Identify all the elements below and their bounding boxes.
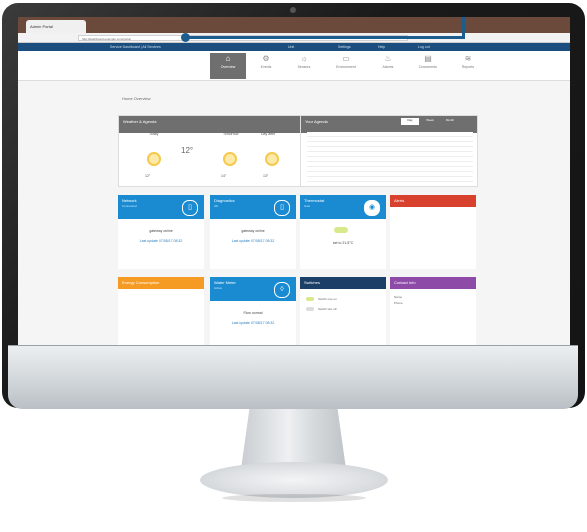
tile-energy[interactable]: Energy Consumption: [118, 277, 204, 289]
monitor-shadow: [222, 494, 366, 502]
gear-icon: ⚙: [262, 54, 270, 63]
bell-icon: ♨: [384, 54, 392, 63]
tile-network-body: gateway online Last update 07/08/17 08:3…: [118, 219, 204, 269]
phone-icon: ▯: [182, 200, 198, 216]
document-icon: ▤: [424, 54, 432, 63]
tile-alerts-body: [390, 207, 476, 269]
sun-icon: [265, 152, 279, 166]
tool-alarms[interactable]: ♨ Alarms: [370, 53, 406, 79]
callout-line: [186, 36, 465, 39]
tile-switches-body: Switch one on Switch two off: [300, 289, 386, 345]
screen: Admin Portal http://dashboard.example.co…: [18, 17, 570, 345]
tile-diagnostics[interactable]: Diagnostics OK ▯: [210, 195, 296, 219]
tab-title: Admin Portal: [30, 24, 53, 29]
weather-day-label: Tomorrow: [223, 132, 239, 136]
tile-contact-body: Name Phone: [390, 289, 476, 345]
weather-temp: 12°: [145, 174, 151, 178]
tool-documents[interactable]: ▤ Documents: [408, 53, 448, 79]
tool-environment[interactable]: ▭ Environment: [324, 53, 368, 79]
nav-link-help[interactable]: Help: [378, 45, 385, 49]
bulb-icon: ☼: [300, 54, 308, 63]
tool-reports[interactable]: ≋ Reports: [450, 53, 486, 79]
water-drop-icon: ◊: [274, 282, 290, 298]
weather-temp: 14°: [221, 174, 227, 178]
tile-water[interactable]: Water Meter Active ◊: [210, 277, 296, 301]
nav-link-unit[interactable]: Unit: [288, 45, 294, 49]
phone-icon: ▯: [274, 200, 290, 216]
tile-energy-body: [118, 289, 204, 345]
weather-panel: Weather & Agenda Today 12° 12° Tomorrow …: [118, 115, 310, 187]
browser-tab[interactable]: Admin Portal: [26, 20, 86, 33]
nav-link-settings[interactable]: Settings: [338, 45, 351, 49]
current-temp: 12°: [181, 146, 194, 155]
agenda-rows: [307, 132, 473, 182]
weather-panel-title: Weather & Agenda: [119, 116, 309, 133]
callout-dot: [181, 33, 190, 42]
sun-icon: [223, 152, 237, 166]
chart-icon: ≋: [464, 54, 472, 63]
tile-water-body: Flow normal Last update 07/08/17 08:32: [210, 301, 296, 345]
tool-sensors[interactable]: ☼ Sensors: [286, 53, 322, 79]
webcam-icon: [290, 7, 296, 13]
browser-tab-bar: [18, 17, 570, 33]
monitor-chin: [8, 345, 578, 409]
tab-week[interactable]: Week: [421, 118, 439, 125]
tool-events[interactable]: ⚙ Events: [248, 53, 284, 79]
monitor-stand-neck: [241, 409, 346, 469]
tool-overview[interactable]: ⌂ Overview: [210, 53, 246, 79]
tile-alerts[interactable]: Alerts: [390, 195, 476, 207]
tile-thermostat-body: set to 21.5°C: [300, 219, 386, 269]
tile-contact[interactable]: Contact Info: [390, 277, 476, 289]
monitor-stand-base: [200, 462, 388, 498]
weather-day-label: Day after: [261, 132, 276, 136]
weather-temp: 13°: [263, 174, 269, 178]
tile-network[interactable]: Network Connected ▯: [118, 195, 204, 219]
toggle-switch[interactable]: [306, 307, 314, 311]
tab-day[interactable]: Day: [401, 118, 419, 125]
agenda-panel: Your Agenda Day Week Month: [300, 115, 478, 187]
thermostat-icon: ◉: [364, 200, 380, 216]
toggle-switch[interactable]: [334, 227, 348, 233]
toggle-switch[interactable]: [306, 297, 314, 301]
weather-day-label: Today: [149, 132, 159, 136]
sun-icon: [147, 152, 161, 166]
tile-switches[interactable]: Switches: [300, 277, 386, 289]
service-title: Service Dashboard | All Services: [110, 45, 161, 49]
nav-link-logout[interactable]: Log out: [418, 45, 430, 49]
tile-thermostat[interactable]: Thermostat Auto ◉: [300, 195, 386, 219]
tab-month[interactable]: Month: [441, 118, 459, 125]
home-icon: ⌂: [225, 54, 231, 63]
tile-diagnostics-body: gateway online Last update 07/08/17 08:3…: [210, 219, 296, 269]
folder-icon: ▭: [342, 54, 350, 63]
breadcrumb: Home Overview: [122, 96, 151, 101]
